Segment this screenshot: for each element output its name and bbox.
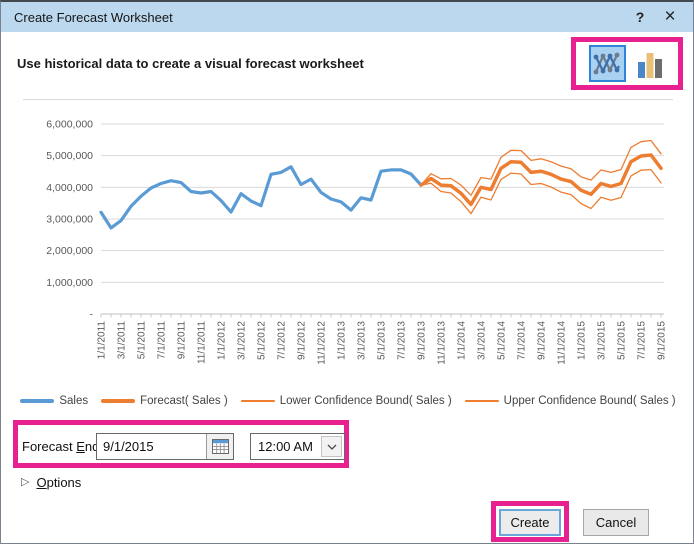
svg-text:5/1/2011: 5/1/2011: [137, 321, 148, 360]
svg-text:1/1/2013: 1/1/2013: [337, 321, 348, 360]
line-chart-type-button[interactable]: [589, 45, 626, 82]
svg-text:-: -: [90, 309, 94, 321]
legend-item: Sales: [20, 395, 88, 407]
forecast-chart: - 1,000,000 2,000,000 3,000,000 4,000,000 5,0…: [1, 102, 694, 390]
forecast-end-time-combo[interactable]: 12:00 AM: [250, 433, 345, 460]
cancel-button[interactable]: Cancel: [583, 509, 649, 536]
bar-chart-icon: [637, 50, 663, 78]
svg-text:9/1/2013: 9/1/2013: [417, 321, 428, 360]
svg-text:7/1/2015: 7/1/2015: [637, 321, 648, 360]
options-label: Options: [36, 475, 81, 490]
svg-text:3,000,000: 3,000,000: [46, 214, 93, 226]
window-titlebar: Create Forecast Worksheet ? ×: [1, 2, 693, 32]
svg-text:11/1/2012: 11/1/2012: [317, 321, 328, 365]
svg-text:4,000,000: 4,000,000: [46, 182, 93, 194]
forecast-end-label: Forecast End: [22, 439, 99, 454]
legend-item: Forecast( Sales ): [101, 395, 228, 407]
svg-text:5/1/2013: 5/1/2013: [377, 321, 388, 360]
svg-text:3/1/2015: 3/1/2015: [597, 321, 608, 360]
svg-text:9/1/2012: 9/1/2012: [297, 321, 308, 360]
svg-text:5/1/2015: 5/1/2015: [617, 321, 628, 360]
svg-text:5/1/2014: 5/1/2014: [497, 321, 508, 360]
svg-text:11/1/2013: 11/1/2013: [437, 321, 448, 365]
legend-swatch: [241, 400, 275, 401]
svg-text:3/1/2014: 3/1/2014: [477, 321, 488, 360]
svg-text:2,000,000: 2,000,000: [46, 245, 93, 257]
create-forecast-worksheet-dialog: Create Forecast Worksheet ? × Use histor…: [0, 0, 694, 544]
svg-text:5/1/2012: 5/1/2012: [257, 321, 268, 360]
svg-text:3/1/2012: 3/1/2012: [237, 321, 248, 360]
date-picker-button[interactable]: [206, 434, 233, 459]
line-chart-icon: [593, 49, 622, 78]
svg-text:1/1/2015: 1/1/2015: [577, 321, 588, 360]
legend-item: Lower Confidence Bound( Sales ): [241, 395, 452, 407]
help-button[interactable]: ?: [627, 2, 653, 32]
svg-text:11/1/2011: 11/1/2011: [197, 321, 208, 364]
svg-text:9/1/2011: 9/1/2011: [177, 321, 188, 360]
svg-text:1,000,000: 1,000,000: [46, 277, 93, 289]
legend-swatch: [20, 399, 54, 402]
svg-text:1/1/2014: 1/1/2014: [457, 321, 468, 360]
create-button[interactable]: Create: [499, 509, 561, 536]
window-title: Create Forecast Worksheet: [14, 10, 173, 25]
legend-item: Upper Confidence Bound( Sales ): [465, 395, 676, 407]
svg-text:11/1/2014: 11/1/2014: [557, 321, 568, 365]
legend-label: Forecast( Sales ): [140, 395, 228, 407]
forecast-end-date-input[interactable]: [97, 434, 206, 459]
forecast-end-date-field: [96, 433, 234, 460]
svg-text:7/1/2014: 7/1/2014: [517, 321, 528, 360]
chart-legend: Sales Forecast( Sales ) Lower Confidence B…: [1, 392, 694, 410]
time-combo-value: 12:00 AM: [251, 439, 321, 454]
svg-text:6,000,000: 6,000,000: [46, 119, 93, 131]
svg-text:5,000,000: 5,000,000: [46, 150, 93, 162]
svg-text:1/1/2011: 1/1/2011: [97, 321, 108, 360]
svg-text:7/1/2011: 7/1/2011: [157, 321, 168, 360]
legend-swatch: [101, 399, 135, 403]
svg-text:9/1/2014: 9/1/2014: [537, 321, 548, 360]
legend-label: Upper Confidence Bound( Sales ): [504, 395, 676, 407]
svg-text:3/1/2013: 3/1/2013: [357, 321, 368, 360]
svg-text:7/1/2013: 7/1/2013: [397, 321, 408, 360]
chevron-down-icon: [327, 444, 337, 450]
svg-text:9/1/2015: 9/1/2015: [657, 321, 668, 360]
options-expander[interactable]: ▷ Options: [21, 475, 81, 490]
expander-triangle-icon: ▷: [21, 477, 29, 488]
header-separator: [23, 99, 673, 100]
close-button[interactable]: ×: [655, 2, 685, 32]
svg-text:1/1/2012: 1/1/2012: [217, 321, 228, 360]
chart-type-selector: [576, 42, 678, 85]
legend-swatch: [465, 400, 499, 401]
bar-chart-type-button[interactable]: [635, 47, 665, 81]
combo-dropdown-button[interactable]: [321, 436, 342, 457]
legend-label: Sales: [59, 395, 88, 407]
dialog-instruction: Use historical data to create a visual f…: [17, 56, 364, 71]
svg-text:7/1/2012: 7/1/2012: [277, 321, 288, 360]
legend-label: Lower Confidence Bound( Sales ): [280, 395, 452, 407]
svg-text:3/1/2011: 3/1/2011: [117, 321, 128, 360]
calendar-icon: [212, 439, 229, 454]
